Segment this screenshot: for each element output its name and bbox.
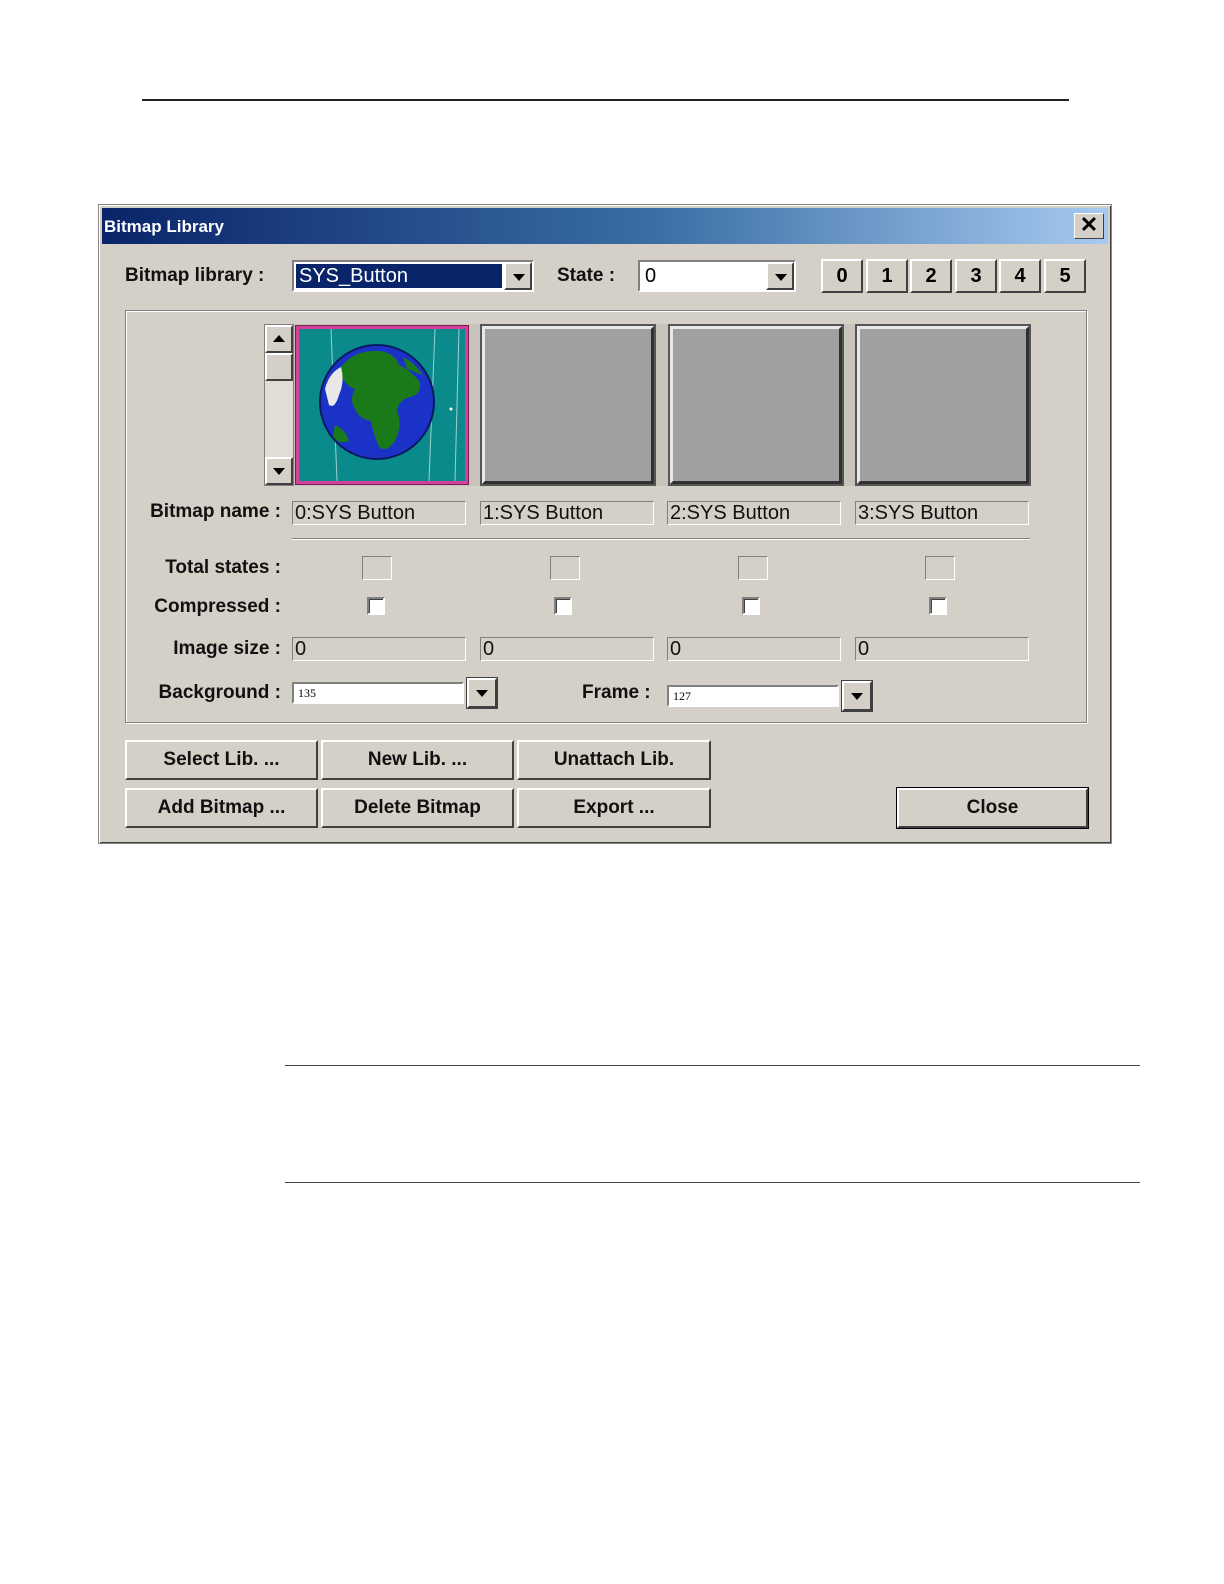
compressed-checkbox-0[interactable] bbox=[367, 597, 385, 615]
export-button[interactable]: Export ... bbox=[517, 788, 711, 828]
divider bbox=[292, 538, 1030, 540]
frame-color-field[interactable]: 127 bbox=[667, 685, 839, 707]
bitmap-library-value: SYS_Button bbox=[296, 264, 502, 288]
background-label: Background : bbox=[158, 682, 281, 703]
chevron-down-icon[interactable] bbox=[766, 262, 794, 290]
close-button[interactable]: Close bbox=[897, 788, 1088, 828]
scroll-up-icon[interactable] bbox=[265, 325, 293, 353]
scroll-down-icon[interactable] bbox=[265, 457, 293, 485]
image-size-field-1: 0 bbox=[480, 637, 654, 661]
bitmap-tile-3[interactable] bbox=[857, 326, 1029, 484]
background-color-field[interactable]: 135 bbox=[292, 682, 464, 704]
select-lib-button[interactable]: Select Lib. ... bbox=[125, 740, 318, 780]
unattach-lib-button[interactable]: Unattach Lib. bbox=[517, 740, 711, 780]
new-lib-button[interactable]: New Lib. ... bbox=[321, 740, 514, 780]
state-button-5[interactable]: 5 bbox=[1044, 259, 1086, 293]
image-size-field-3: 0 bbox=[855, 637, 1029, 661]
state-button-3[interactable]: 3 bbox=[955, 259, 997, 293]
title-bar[interactable]: Bitmap Library ✕ bbox=[102, 208, 1108, 244]
state-button-2[interactable]: 2 bbox=[910, 259, 952, 293]
bitmap-scrollbar[interactable] bbox=[264, 324, 294, 486]
chevron-down-icon[interactable] bbox=[467, 678, 497, 708]
frame-label: Frame : bbox=[582, 682, 651, 703]
state-button-4[interactable]: 4 bbox=[999, 259, 1041, 293]
page-rule-lower bbox=[285, 1182, 1140, 1183]
compressed-checkbox-2[interactable] bbox=[742, 597, 760, 615]
state-button-1[interactable]: 1 bbox=[866, 259, 908, 293]
bitmap-tile-1[interactable] bbox=[482, 326, 654, 484]
delete-bitmap-button[interactable]: Delete Bitmap bbox=[321, 788, 514, 828]
image-size-field-2: 0 bbox=[667, 637, 841, 661]
page-rule-middle bbox=[285, 1065, 1140, 1066]
chevron-down-icon[interactable] bbox=[842, 681, 872, 711]
dialog-title: Bitmap Library bbox=[104, 217, 224, 236]
state-select[interactable]: 0 bbox=[638, 260, 796, 292]
bitmap-tile-0[interactable] bbox=[296, 326, 468, 484]
bitmap-library-select[interactable]: SYS_Button bbox=[292, 260, 534, 292]
bitmap-name-field-1: 1:SYS Button bbox=[480, 501, 654, 525]
bitmap-name-field-2: 2:SYS Button bbox=[667, 501, 841, 525]
total-states-field-2 bbox=[738, 556, 768, 580]
state-button-0[interactable]: 0 bbox=[821, 259, 863, 293]
compressed-label: Compressed : bbox=[154, 596, 281, 617]
compressed-checkbox-3[interactable] bbox=[929, 597, 947, 615]
total-states-label: Total states : bbox=[165, 557, 281, 578]
bitmap-name-label: Bitmap name : bbox=[150, 501, 281, 522]
close-icon[interactable]: ✕ bbox=[1074, 213, 1104, 239]
state-label: State : bbox=[557, 265, 616, 286]
bitmap-tile-2[interactable] bbox=[670, 326, 842, 484]
total-states-field-0 bbox=[362, 556, 392, 580]
scroll-thumb[interactable] bbox=[265, 353, 293, 381]
add-bitmap-button[interactable]: Add Bitmap ... bbox=[125, 788, 318, 828]
state-value: 0 bbox=[645, 265, 657, 287]
page-top-rule bbox=[142, 99, 1069, 101]
compressed-checkbox-1[interactable] bbox=[554, 597, 572, 615]
bitmap-name-field-3: 3:SYS Button bbox=[855, 501, 1029, 525]
image-size-label: Image size : bbox=[173, 638, 281, 659]
image-size-field-0: 0 bbox=[292, 637, 466, 661]
total-states-field-3 bbox=[925, 556, 955, 580]
bitmap-library-label: Bitmap library : bbox=[125, 265, 265, 286]
chevron-down-icon[interactable] bbox=[504, 262, 532, 290]
bitmap-name-field-0: 0:SYS Button bbox=[292, 501, 466, 525]
globe-icon bbox=[299, 329, 465, 481]
total-states-field-1 bbox=[550, 556, 580, 580]
